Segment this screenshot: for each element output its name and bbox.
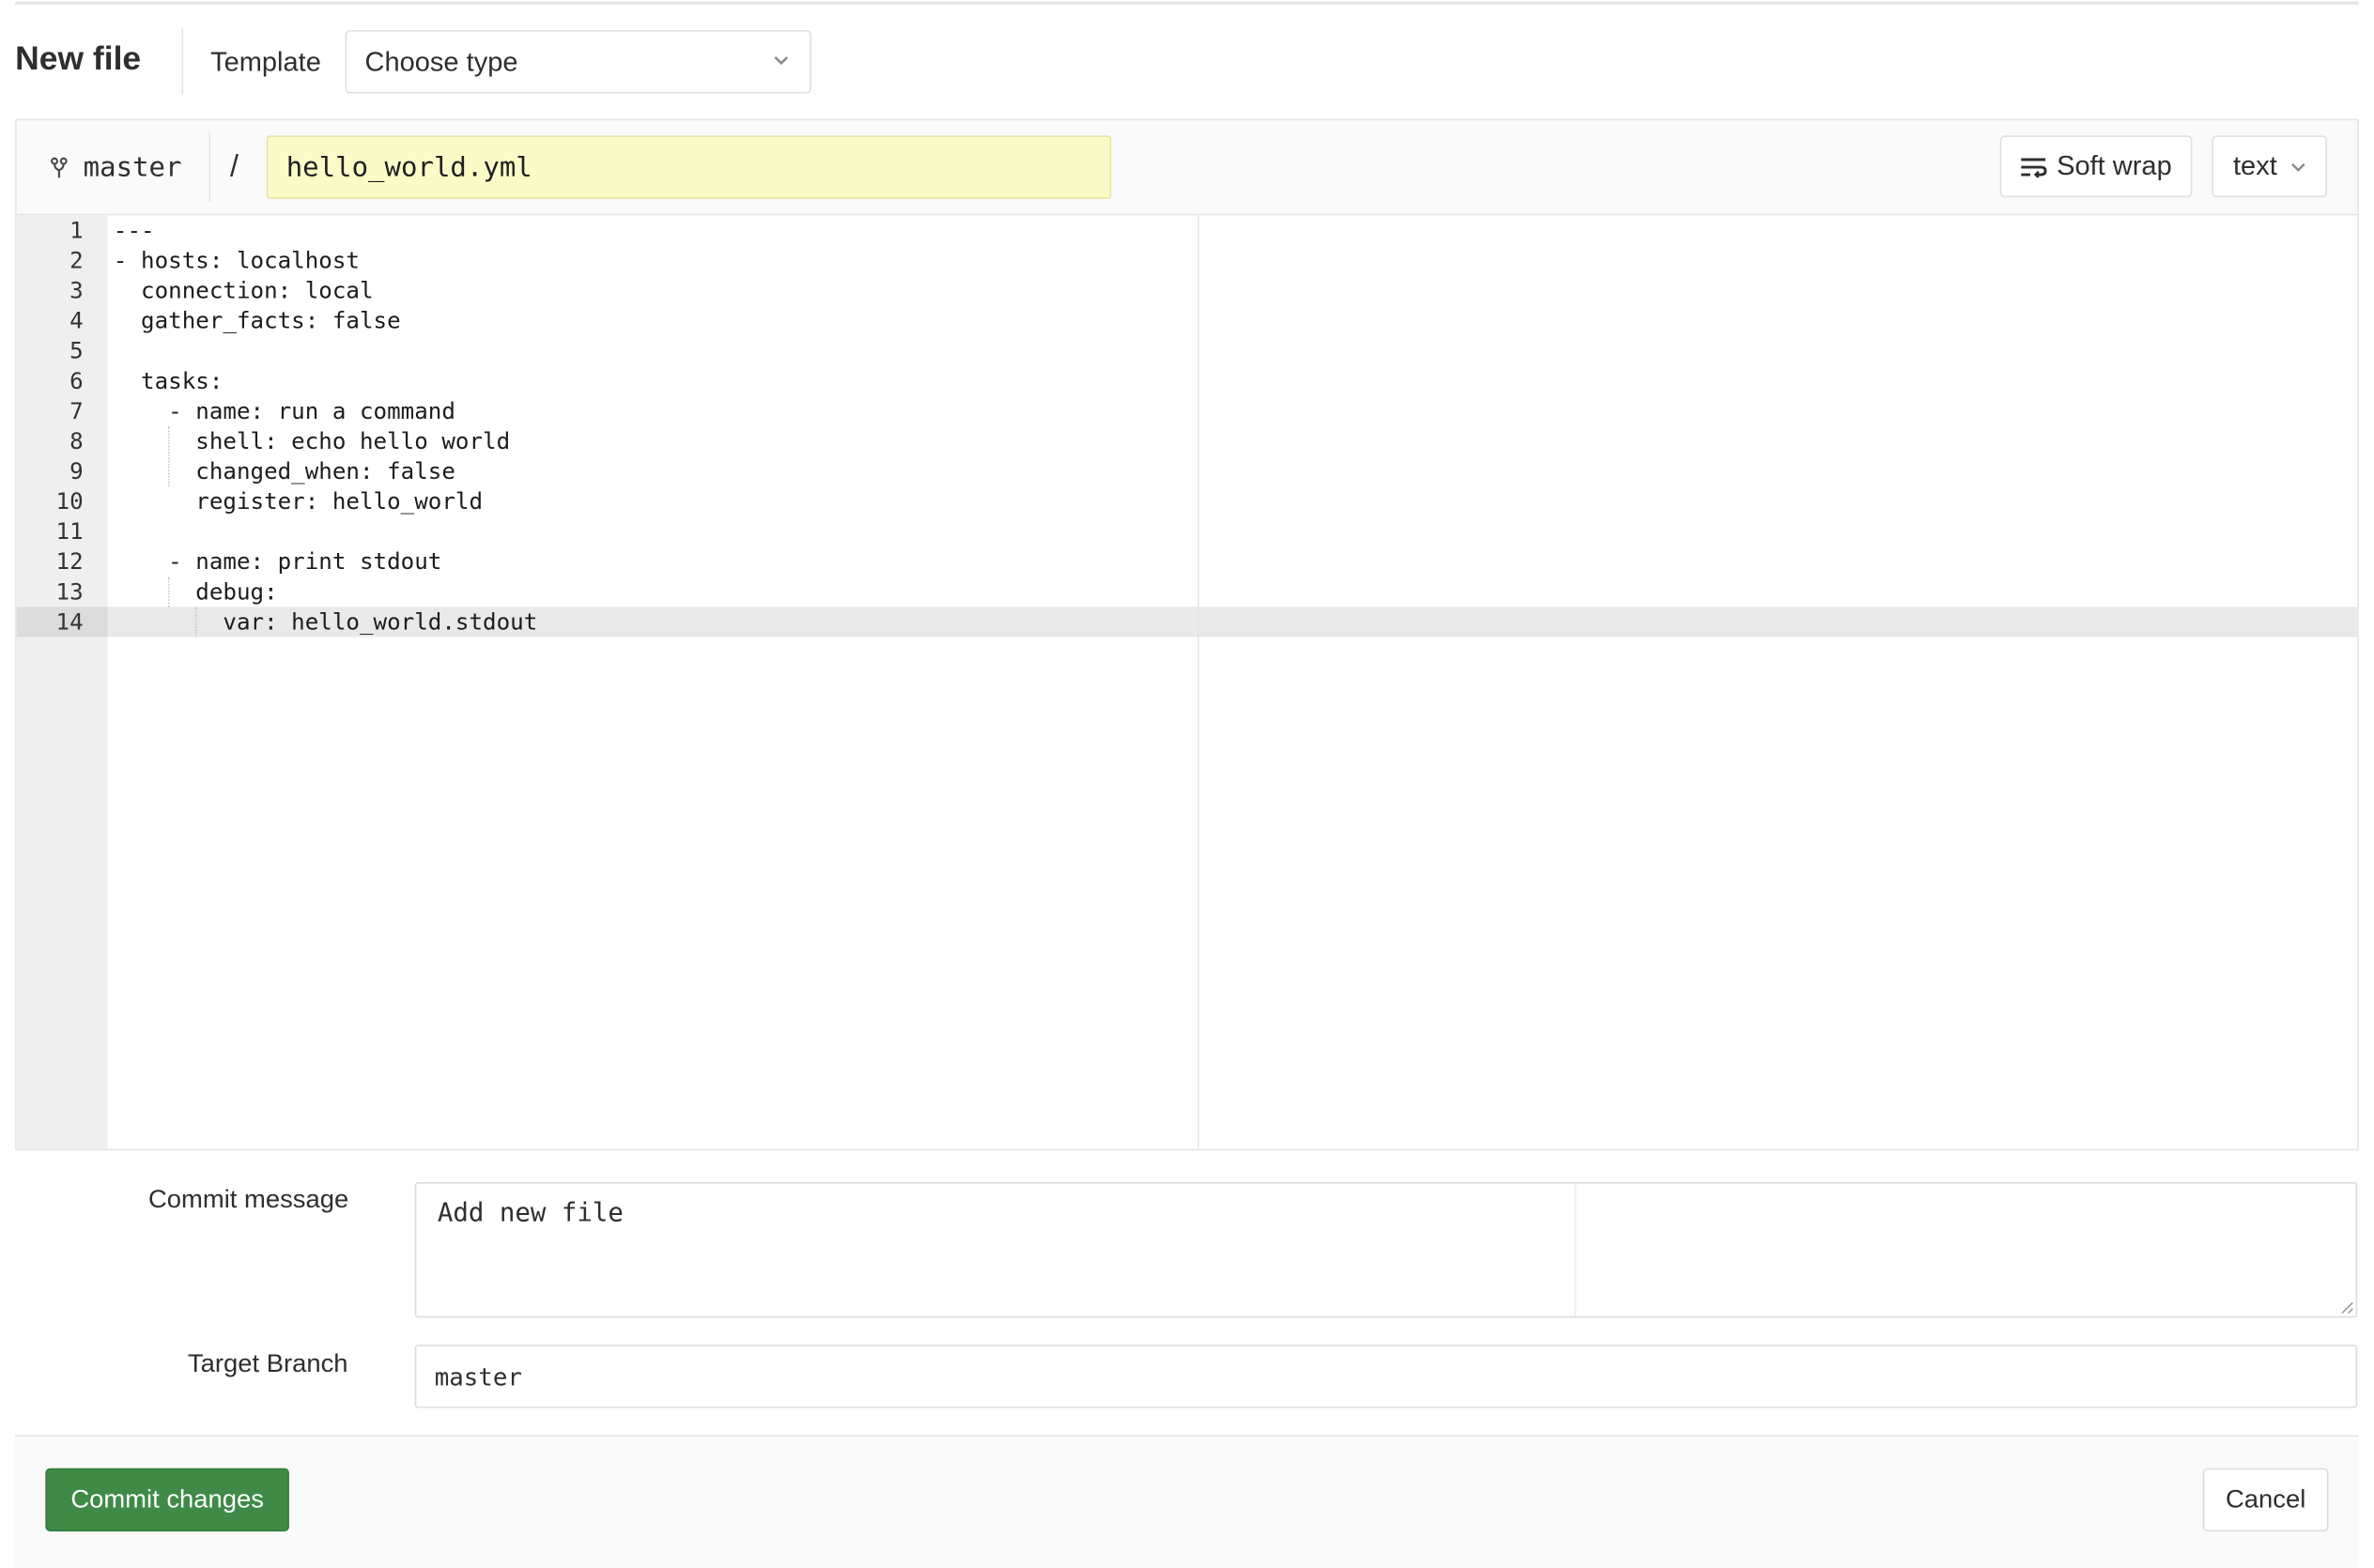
form-actions: Commit changes Cancel <box>15 1435 2359 1568</box>
file-editor: master / Soft wrap text <box>15 118 2359 1151</box>
top-divider <box>15 1 2359 5</box>
line-number: 11 <box>55 517 84 546</box>
file-mode-label: text <box>2232 150 2277 181</box>
code-line: - name: print stdout <box>113 547 442 576</box>
file-mode-dropdown[interactable]: text <box>2212 135 2327 198</box>
code-line: var: hello_world.stdout <box>113 607 538 636</box>
line-number: 1 <box>69 216 84 244</box>
print-margin <box>1197 215 1199 1149</box>
chevron-down-icon <box>774 56 789 66</box>
code-line: - hosts: localhost <box>113 247 360 274</box>
commit-message-input[interactable]: Add new file <box>414 1181 2358 1318</box>
code-line: --- <box>113 216 155 244</box>
code-line: tasks: <box>113 367 224 395</box>
branch-name: master <box>83 151 182 184</box>
file-name-input[interactable] <box>266 135 1112 199</box>
branch-indicator: master <box>50 151 182 184</box>
code-line: debug: <box>113 577 278 606</box>
new-file-page: New file Template Choose type master / h… <box>0 0 2374 1568</box>
template-select-value: Choose type <box>364 45 518 76</box>
branch-icon <box>51 156 68 177</box>
line-number: 5 <box>69 337 84 365</box>
code-editor-area[interactable]: 1 --- 2 - hosts: localhost 3 connection: loc… <box>16 215 2358 1149</box>
page-title: New file <box>15 38 142 77</box>
line-number: 9 <box>69 457 84 485</box>
commit-message-label: Commit message <box>147 1185 349 1214</box>
line-number: 13 <box>55 577 84 606</box>
code-line: register: hello_world <box>113 487 484 515</box>
toolbar-divider <box>208 132 211 202</box>
line-number: 4 <box>69 307 84 335</box>
commit-message-divider <box>1574 1183 1577 1316</box>
chevron-down-icon <box>2291 162 2305 172</box>
line-number: 14 <box>55 607 84 636</box>
line-number: 8 <box>69 427 84 455</box>
soft-wrap-icon <box>2022 157 2048 177</box>
editor-toolbar: master / Soft wrap text <box>16 120 2358 216</box>
line-number: 3 <box>69 277 84 304</box>
cancel-button[interactable]: Cancel <box>2202 1468 2329 1532</box>
code-line: gather_facts: false <box>113 307 401 335</box>
target-branch-label: Target Branch <box>187 1349 348 1378</box>
code-line: shell: echo hello world <box>113 427 511 455</box>
template-label: Template <box>210 46 321 77</box>
target-branch-input[interactable] <box>414 1345 2358 1408</box>
path-separator: / <box>230 150 239 184</box>
commit-changes-button[interactable]: Commit changes <box>45 1468 289 1532</box>
line-number: 6 <box>69 367 84 395</box>
template-type-select[interactable]: Choose type <box>345 30 812 94</box>
soft-wrap-label: Soft wrap <box>2057 150 2172 181</box>
code-line: connection: local <box>113 277 374 304</box>
line-number: 7 <box>69 397 84 425</box>
code-line: changed_when: false <box>113 457 455 485</box>
line-number: 10 <box>55 487 84 515</box>
code-line: - name: run a command <box>113 397 455 425</box>
title-divider <box>181 28 184 96</box>
resize-handle-icon[interactable] <box>2339 1299 2354 1314</box>
soft-wrap-button[interactable]: Soft wrap <box>1999 135 2193 198</box>
line-number: 2 <box>69 247 84 274</box>
line-number: 12 <box>55 547 84 576</box>
